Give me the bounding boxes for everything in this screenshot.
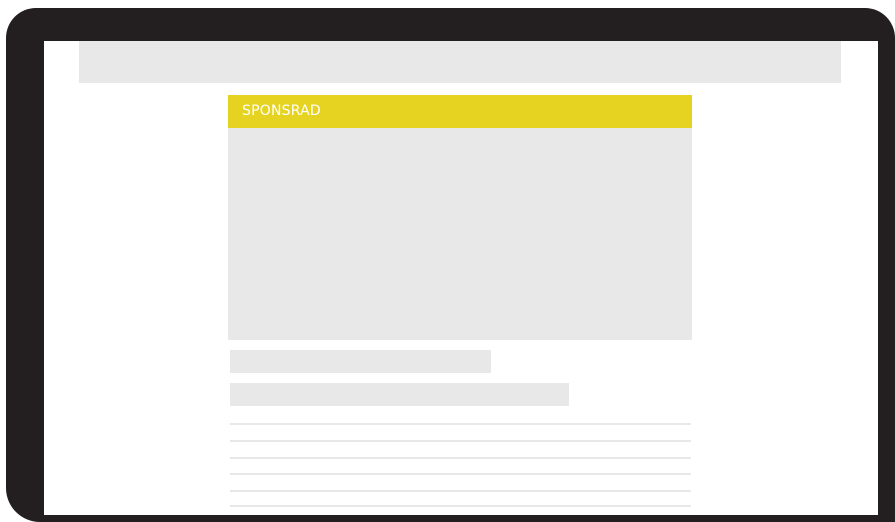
headline-placeholder-line xyxy=(230,383,569,406)
header-placeholder-bar xyxy=(79,41,841,83)
body-text-placeholder-line xyxy=(230,457,691,459)
body-text-placeholder-line xyxy=(230,490,691,492)
body-text-placeholder-line xyxy=(230,473,691,475)
headline-placeholder-line xyxy=(230,350,491,373)
sponsored-ad-card[interactable]: SPONSRAD xyxy=(228,95,692,340)
body-text-placeholder-line xyxy=(230,440,691,442)
body-text-placeholder-line xyxy=(230,423,691,425)
device-screen: SPONSRAD xyxy=(44,41,878,515)
body-text-placeholder-line xyxy=(230,505,691,507)
ad-image-placeholder[interactable] xyxy=(228,128,692,340)
sponsored-label: SPONSRAD xyxy=(228,95,692,128)
device-frame: SPONSRAD xyxy=(6,8,895,522)
